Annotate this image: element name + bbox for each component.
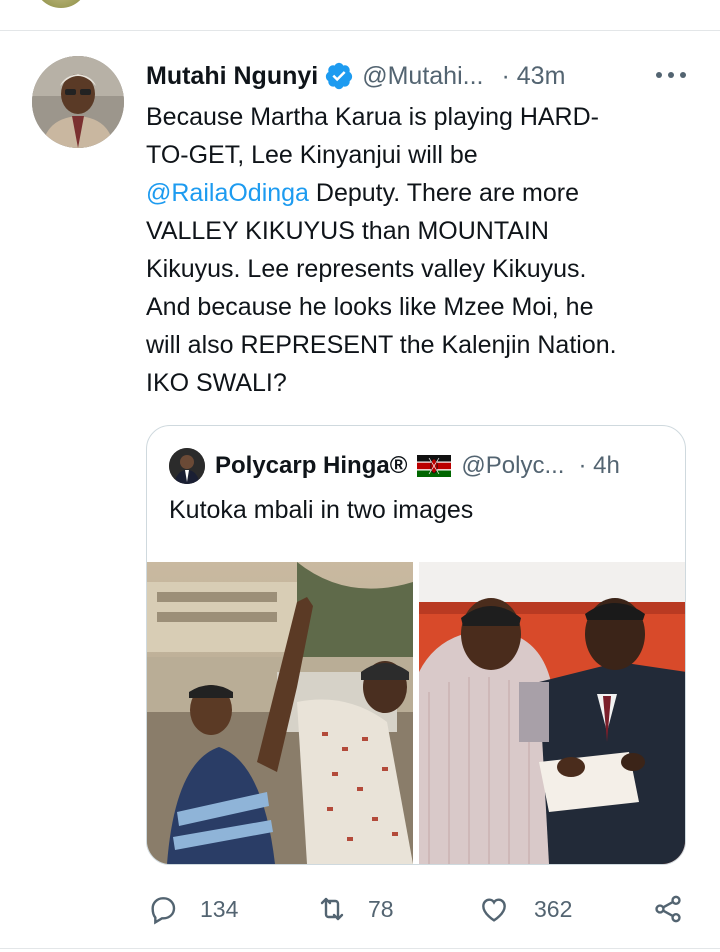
quoted-tweet[interactable]: Polycarp Hinga® @Polyc... · 4h Kutoka mb… <box>146 425 686 865</box>
tweet-text-line: will also REPRESENT the Kalenjin Nation. <box>146 331 617 359</box>
tweet-timestamp[interactable]: · 43m <box>501 62 565 91</box>
reply-button[interactable]: 134 <box>146 888 238 930</box>
divider <box>0 948 720 949</box>
mention-link[interactable]: @RailaOdinga <box>146 179 309 207</box>
quoted-tweet-timestamp[interactable]: · 4h <box>578 452 619 480</box>
share-icon <box>655 895 681 923</box>
quoted-tweet-text: Kutoka mbali in two images <box>169 496 474 524</box>
quoted-author-name[interactable]: Polycarp Hinga® <box>215 452 407 480</box>
reply-count: 134 <box>200 895 239 922</box>
kenya-flag-icon <box>417 455 452 477</box>
quoted-image-event-photo[interactable] <box>419 562 685 864</box>
like-count: 362 <box>534 895 573 922</box>
author-handle[interactable]: @Mutahi... <box>362 62 483 91</box>
retweet-icon <box>320 897 344 921</box>
tweet-header: Mutahi Ngunyi @Mutahi... · 43m <box>146 58 691 94</box>
tweet-text-line: VALLEY KIKUYUS than MOUNTAIN <box>146 217 549 245</box>
tweet-text-line: Because Martha Karua is playing HARD- <box>146 103 599 131</box>
like-button[interactable]: 362 <box>478 888 572 930</box>
tweet-text: Because Martha Karua is playing HARD- TO… <box>146 98 691 402</box>
share-button[interactable] <box>652 888 684 930</box>
tweet-text-fragment: Deputy. There are more <box>308 179 580 207</box>
tweet-text-line: Kikuyus. Lee represents valley Kikuyus. <box>146 255 587 283</box>
tweet-text-line: @RailaOdinga Deputy. There are more <box>146 174 691 212</box>
more-icon[interactable] <box>654 62 688 88</box>
retweet-count: 78 <box>368 895 394 922</box>
author-avatar[interactable] <box>32 56 124 148</box>
tweet-text-line: TO-GET, Lee Kinyanjui will be <box>146 141 478 169</box>
tweet-text-line: IKO SWALI? <box>146 369 287 397</box>
tweet-text-line: And because he looks like Mzee Moi, he <box>146 293 594 321</box>
tweet-actions: 134 78 362 <box>146 888 691 930</box>
quoted-image-vintage-photo[interactable] <box>147 562 413 864</box>
author-name[interactable]: Mutahi Ngunyi <box>146 62 318 91</box>
quoted-author-avatar[interactable] <box>169 448 205 484</box>
retweet-button[interactable]: 78 <box>316 888 394 930</box>
quoted-tweet-header: Polycarp Hinga® @Polyc... · 4h <box>169 448 669 484</box>
reply-icon <box>151 897 176 925</box>
previous-tweet-avatar[interactable] <box>34 0 88 8</box>
verified-badge-icon <box>326 62 353 90</box>
quoted-author-handle[interactable]: @Polyc... <box>461 452 564 480</box>
divider <box>0 30 720 31</box>
like-icon <box>482 898 506 922</box>
